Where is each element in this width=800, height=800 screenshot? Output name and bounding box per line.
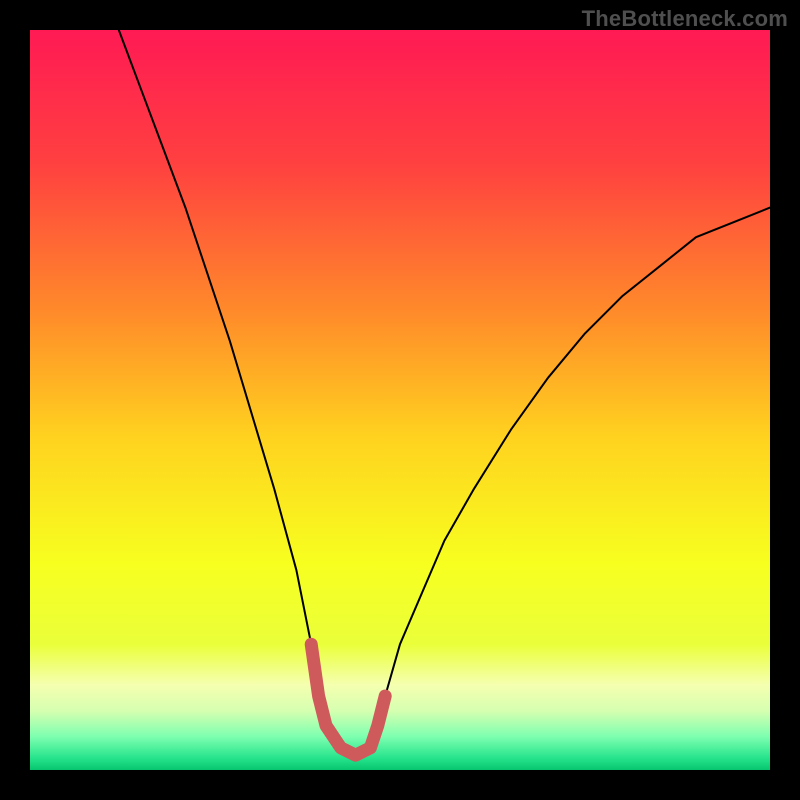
optimal-range-highlight [311, 644, 385, 755]
chart-frame: TheBottleneck.com [0, 0, 800, 800]
curve-layer [30, 30, 770, 770]
watermark-text: TheBottleneck.com [582, 6, 788, 32]
plot-area [30, 30, 770, 770]
bottleneck-curve [119, 30, 770, 755]
